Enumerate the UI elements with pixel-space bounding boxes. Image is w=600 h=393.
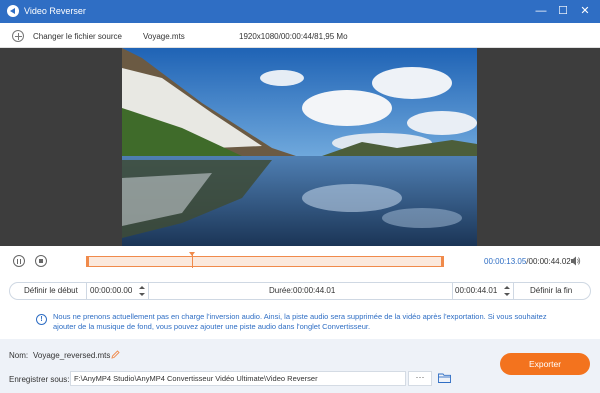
file-name: Voyage.mts <box>143 32 185 41</box>
minimize-button[interactable]: — <box>534 4 548 18</box>
timeline-bar: 00:00:13.05/00:00:44.02 <box>0 246 600 276</box>
output-name-field[interactable]: Voyage_reversed.mts <box>33 351 110 360</box>
save-path-field[interactable]: F:\AnyMP4 Studio\AnyMP4 Convertisseur Vi… <box>70 371 406 386</box>
close-button[interactable]: ✕ <box>578 4 592 18</box>
volume-icon[interactable] <box>571 256 581 266</box>
end-time-stepper[interactable] <box>504 284 510 298</box>
file-details: 1920x1080/00:00:44/81,95 Mo <box>239 32 348 41</box>
export-button[interactable]: Exporter <box>500 353 590 375</box>
video-preview[interactable] <box>122 48 477 246</box>
video-frame-image <box>122 48 477 246</box>
start-time-stepper[interactable] <box>139 284 145 298</box>
set-end-button[interactable]: Définir la fin <box>530 285 572 297</box>
browse-button[interactable]: ··· <box>408 371 432 386</box>
playhead[interactable] <box>189 252 195 268</box>
info-icon: ! <box>36 314 47 325</box>
maximize-button[interactable]: ☐ <box>556 4 570 18</box>
save-as-label: Enregistrer sous: <box>9 375 70 384</box>
start-time-input[interactable]: 00:00:00.00 <box>90 286 132 295</box>
trim-start-handle[interactable] <box>86 256 89 267</box>
trim-controls: Définir le début 00:00:00.00 Durée:00:00… <box>9 282 591 300</box>
change-source-button[interactable]: Changer le fichier source <box>12 29 122 43</box>
divider <box>148 283 149 299</box>
divider <box>86 283 87 299</box>
stop-icon[interactable] <box>35 255 47 267</box>
file-info-bar: Changer le fichier source Voyage.mts 192… <box>0 23 600 48</box>
trim-track[interactable] <box>86 252 444 268</box>
output-panel: Nom: Voyage_reversed.mts Enregistrer sou… <box>0 339 600 393</box>
divider <box>452 283 453 299</box>
end-time-input[interactable]: 00:00:44.01 <box>455 286 497 295</box>
divider <box>513 283 514 299</box>
set-start-button[interactable]: Définir le début <box>24 285 78 297</box>
total-time: /00:00:44.02 <box>526 257 571 266</box>
title-bar: Video Reverser — ☐ ✕ <box>0 0 600 23</box>
current-time: 00:00:13.05 <box>484 257 527 266</box>
trim-end-handle[interactable] <box>441 256 444 267</box>
window-title: Video Reverser <box>24 6 86 16</box>
folder-icon[interactable] <box>438 373 451 383</box>
notice-text: Nous ne prenons actuellement pas en char… <box>53 312 547 331</box>
pause-icon[interactable] <box>13 255 25 267</box>
app-icon <box>7 5 19 17</box>
change-source-label: Changer le fichier source <box>33 31 122 41</box>
pencil-icon[interactable] <box>111 350 120 359</box>
video-preview-area <box>0 48 600 246</box>
duration-label: Durée:00:00:44.01 <box>269 286 336 295</box>
audio-notice: ! Nous ne prenons actuellement pas en ch… <box>0 305 600 339</box>
plus-icon <box>12 30 24 42</box>
name-label: Nom: <box>9 351 29 360</box>
timecode: 00:00:13.05/00:00:44.02 <box>484 257 571 266</box>
